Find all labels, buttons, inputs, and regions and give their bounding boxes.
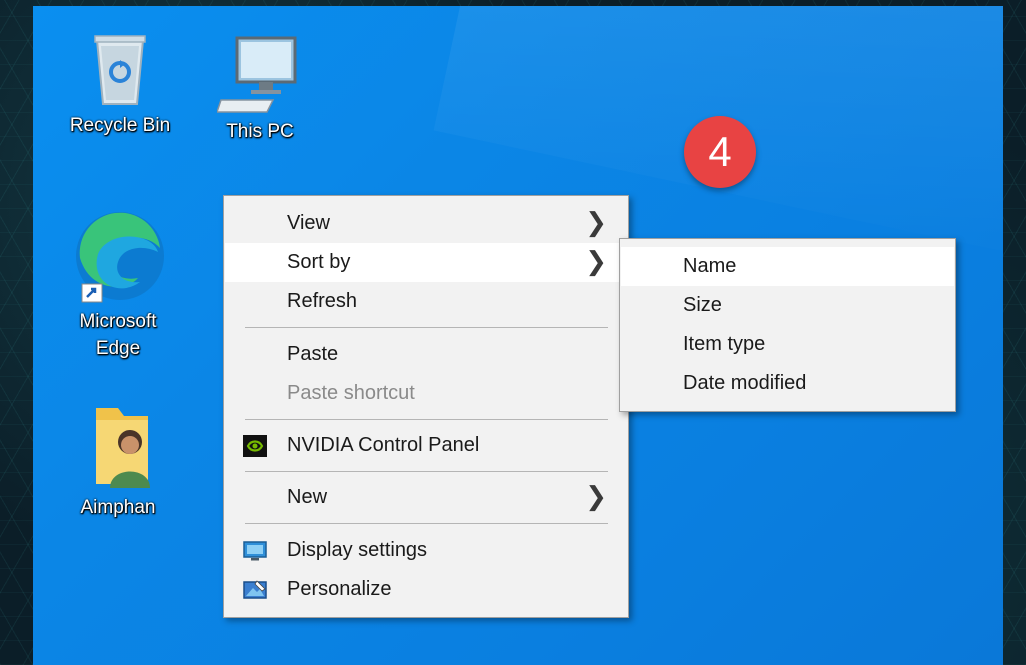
step-number-badge: 4 bbox=[684, 116, 756, 188]
menu-item-label: New bbox=[287, 486, 328, 508]
menu-item-label: Display settings bbox=[287, 539, 428, 561]
chevron-right-icon: ❯ bbox=[585, 482, 607, 512]
menu-item-label: Item type bbox=[683, 333, 766, 355]
submenu-item-date-modified[interactable]: Date modified bbox=[621, 364, 954, 403]
menu-item-label: Name bbox=[683, 255, 737, 277]
desktop-icon-recycle-bin[interactable]: Recycle Bin bbox=[65, 32, 175, 139]
menu-separator bbox=[245, 523, 608, 524]
submenu-item-item-type[interactable]: Item type bbox=[621, 325, 954, 364]
menu-item-label: Sort by bbox=[287, 251, 351, 273]
menu-item-display-settings[interactable]: Display settings bbox=[225, 531, 627, 570]
menu-item-nvidia-control-panel[interactable]: NVIDIA Control Panel bbox=[225, 426, 627, 465]
menu-item-label: NVIDIA Control Panel bbox=[287, 434, 480, 456]
desktop-icon-this-pc[interactable]: This PC bbox=[205, 34, 315, 145]
desktop-context-menu: View ❯ Sort by ❯ Refresh Paste Paste sho… bbox=[223, 195, 629, 618]
menu-item-label: Refresh bbox=[287, 290, 358, 312]
menu-item-label: Date modified bbox=[683, 372, 807, 394]
submenu-item-size[interactable]: Size bbox=[621, 286, 954, 325]
menu-item-new[interactable]: New ❯ bbox=[225, 478, 627, 517]
submenu-item-name[interactable]: Name bbox=[621, 247, 954, 286]
desktop-icon-label: Microsoft Edge bbox=[79, 311, 157, 359]
display-settings-icon bbox=[243, 541, 267, 561]
desktop-icon-label: Aimphan bbox=[80, 497, 156, 518]
desktop-icon-aimphan[interactable]: Aimphan bbox=[63, 404, 173, 521]
personalize-icon bbox=[243, 580, 267, 599]
menu-item-label: Paste shortcut bbox=[287, 382, 415, 404]
menu-item-view[interactable]: View ❯ bbox=[225, 204, 627, 243]
chevron-right-icon: ❯ bbox=[585, 208, 607, 238]
menu-item-label: Size bbox=[683, 294, 722, 316]
desktop-icon-label: This PC bbox=[226, 121, 294, 142]
computer-icon bbox=[217, 36, 297, 113]
user-folder-icon bbox=[96, 408, 150, 488]
menu-item-label: Personalize bbox=[287, 578, 392, 600]
menu-item-personalize[interactable]: Personalize bbox=[225, 570, 627, 609]
sort-by-submenu: Name Size Item type Date modified bbox=[619, 238, 956, 412]
chevron-right-icon: ❯ bbox=[585, 247, 607, 277]
menu-item-paste-shortcut[interactable]: Paste shortcut bbox=[225, 374, 627, 413]
menu-item-paste[interactable]: Paste bbox=[225, 335, 627, 374]
desktop-icon-label: Recycle Bin bbox=[69, 115, 171, 136]
desktop-icon-edge[interactable]: Microsoft Edge bbox=[63, 208, 173, 362]
menu-separator bbox=[245, 471, 608, 472]
menu-item-label: View bbox=[287, 212, 330, 234]
edge-icon bbox=[76, 212, 164, 303]
menu-item-label: Paste bbox=[287, 343, 339, 365]
menu-separator bbox=[245, 419, 608, 420]
nvidia-icon bbox=[243, 435, 267, 457]
recycle-bin-icon bbox=[94, 35, 146, 105]
menu-item-sort-by[interactable]: Sort by ❯ bbox=[225, 243, 627, 282]
menu-separator bbox=[245, 327, 608, 328]
menu-item-refresh[interactable]: Refresh bbox=[225, 282, 627, 321]
